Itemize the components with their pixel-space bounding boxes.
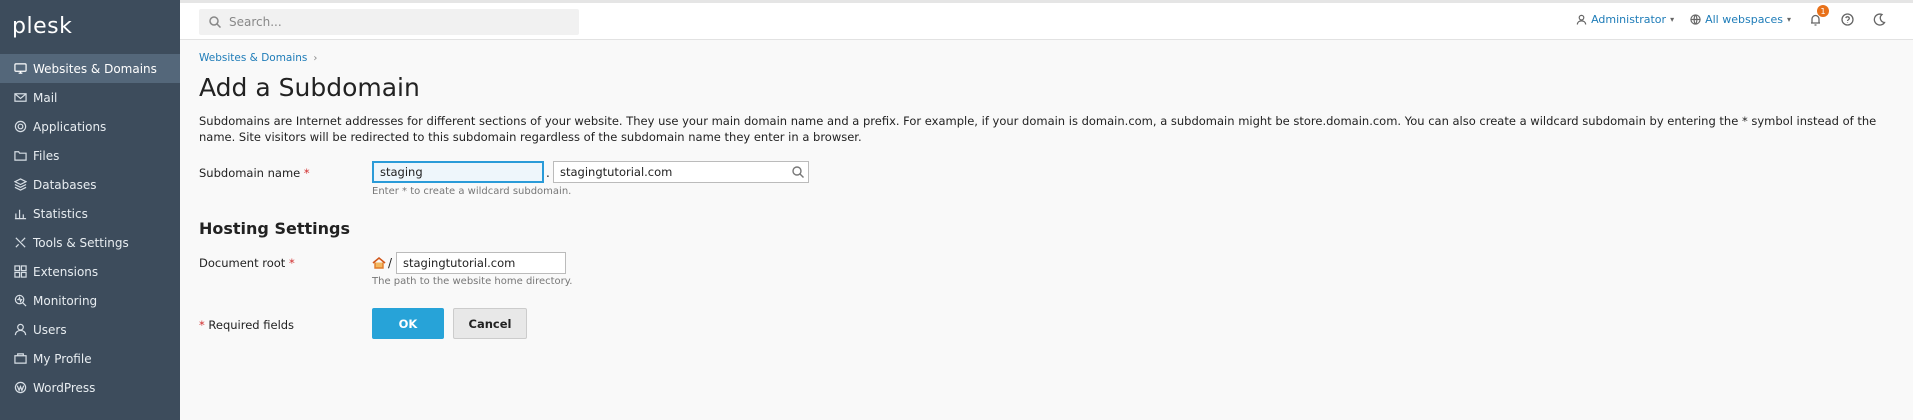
required-mark: * — [303, 166, 310, 180]
sidebar-item-applications[interactable]: Applications — [0, 112, 180, 141]
moon-icon — [1873, 12, 1886, 26]
top-right-toolbar: Administrator ▾ All webspaces ▾ 1 — [1576, 5, 1887, 27]
sidebar-item-label: WordPress — [33, 380, 96, 395]
chevron-down-icon: ▾ — [1786, 14, 1791, 24]
notification-badge: 1 — [1817, 5, 1829, 17]
subdomain-label-text: Subdomain name — [199, 166, 301, 180]
monitor-icon — [13, 62, 27, 76]
sidebar-item-databases[interactable]: Databases — [0, 170, 180, 199]
required-mark: * — [199, 318, 205, 332]
parent-domain-value: stagingtutorial.com — [560, 165, 673, 179]
sidebar-item-wordpress[interactable]: WordPress — [0, 373, 180, 402]
sidebar-nav: Websites & Domains Mail Applications Fil… — [0, 54, 180, 402]
user-menu[interactable]: Administrator ▾ — [1576, 13, 1674, 26]
domain-separator: . — [546, 166, 550, 180]
tools-icon — [13, 236, 27, 250]
document-root-hint: The path to the website home directory. — [372, 276, 573, 287]
puzzle-icon — [13, 265, 27, 279]
form-actions: * Required fields OK Cancel — [199, 308, 1893, 358]
chevron-right-icon: › — [313, 52, 318, 64]
page-title: Add a Subdomain — [199, 73, 420, 102]
sidebar-item-extensions[interactable]: Extensions — [0, 257, 180, 286]
cancel-button[interactable]: Cancel — [453, 308, 527, 339]
document-root-label: Document root * — [199, 256, 295, 270]
webspaces-label: All webspaces — [1705, 12, 1783, 26]
document-root-label-text: Document root — [199, 256, 286, 270]
gear-icon — [13, 120, 27, 134]
document-root-input[interactable]: stagingtutorial.com — [396, 252, 566, 274]
sidebar-item-label: Statistics — [33, 206, 88, 221]
mail-icon — [13, 91, 27, 105]
hosting-section: Hosting Settings — [199, 205, 1893, 245]
sidebar: plesk Websites & Domains Mail Applicatio… — [0, 0, 180, 420]
chevron-down-icon: ▾ — [1670, 14, 1675, 24]
ok-button[interactable]: OK — [372, 308, 444, 339]
sidebar-item-my-profile[interactable]: My Profile — [0, 344, 180, 373]
required-fields-note: * Required fields — [199, 318, 294, 332]
sidebar-item-label: Users — [33, 322, 67, 337]
wordpress-icon — [13, 381, 27, 395]
search-icon — [209, 16, 221, 28]
sidebar-item-label: My Profile — [33, 351, 92, 366]
top-bar: Search... Administrator ▾ All webspaces … — [180, 0, 1913, 40]
subdomain-hint-row: Enter * to create a wildcard subdomain. — [199, 186, 1893, 205]
document-root-hint-row: The path to the website home directory. — [199, 276, 1893, 296]
sidebar-item-statistics[interactable]: Statistics — [0, 199, 180, 228]
home-icon — [372, 256, 386, 269]
path-separator: / — [388, 256, 393, 270]
notifications-button[interactable]: 1 — [1807, 5, 1829, 27]
sidebar-item-websites-domains[interactable]: Websites & Domains — [0, 54, 180, 83]
help-button[interactable] — [1839, 11, 1855, 27]
search-icon[interactable] — [792, 166, 804, 178]
main-content: Websites & Domains › Add a Subdomain Sub… — [199, 40, 1893, 358]
plesk-logo[interactable]: plesk — [0, 0, 180, 54]
required-mark: * — [288, 256, 295, 270]
sidebar-item-mail[interactable]: Mail — [0, 83, 180, 112]
subdomain-label: Subdomain name * — [199, 166, 310, 180]
sidebar-item-tools-settings[interactable]: Tools & Settings — [0, 228, 180, 257]
user-icon — [1576, 14, 1587, 25]
bar-chart-icon — [13, 207, 27, 221]
page-description: Subdomains are Internet addresses for di… — [199, 114, 1877, 144]
globe-icon — [1690, 13, 1701, 25]
sidebar-item-label: Tools & Settings — [33, 235, 129, 250]
sidebar-item-label: Applications — [33, 119, 107, 134]
monitoring-icon — [13, 294, 27, 308]
webspaces-menu[interactable]: All webspaces ▾ — [1690, 13, 1791, 26]
required-fields-text: Required fields — [208, 318, 295, 332]
sidebar-item-files[interactable]: Files — [0, 141, 180, 170]
sidebar-item-label: Websites & Domains — [33, 61, 157, 76]
search-placeholder: Search... — [229, 15, 282, 29]
sidebar-item-monitoring[interactable]: Monitoring — [0, 286, 180, 315]
subdomain-hint: Enter * to create a wildcard subdomain. — [372, 186, 572, 197]
breadcrumb: Websites & Domains › — [199, 52, 1893, 64]
theme-toggle-button[interactable] — [1871, 11, 1887, 27]
sidebar-item-label: Monitoring — [33, 293, 98, 308]
sidebar-item-label: Extensions — [33, 264, 99, 279]
sidebar-item-label: Databases — [33, 177, 97, 192]
user-icon — [13, 323, 27, 337]
breadcrumb-link[interactable]: Websites & Domains — [199, 52, 307, 64]
sidebar-item-label: Mail — [33, 90, 58, 105]
hosting-settings-title: Hosting Settings — [199, 219, 350, 238]
search-input[interactable]: Search... — [199, 9, 579, 35]
parent-domain-select[interactable]: stagingtutorial.com — [553, 161, 809, 183]
sidebar-item-label: Files — [33, 148, 60, 163]
profile-icon — [13, 352, 27, 366]
folder-icon — [13, 149, 27, 163]
sidebar-item-users[interactable]: Users — [0, 315, 180, 344]
subdomain-name-input[interactable]: staging — [372, 161, 544, 183]
database-icon — [13, 178, 27, 192]
help-icon — [1840, 12, 1854, 26]
user-name: Administrator — [1591, 12, 1667, 26]
